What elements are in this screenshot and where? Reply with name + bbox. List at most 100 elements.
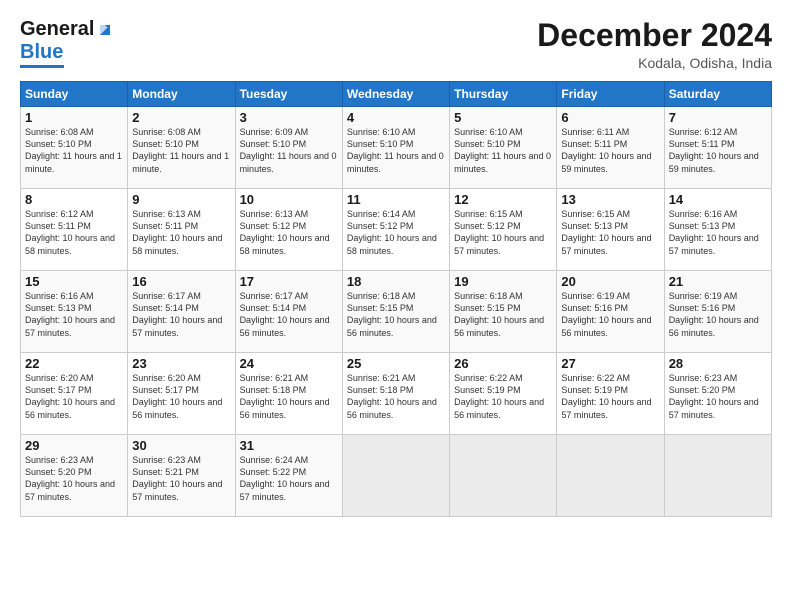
day-number: 25 xyxy=(347,356,445,371)
day-number: 14 xyxy=(669,192,767,207)
day-details: Sunrise: 6:14 AMSunset: 5:12 PMDaylight:… xyxy=(347,208,445,257)
day-cell xyxy=(557,435,664,517)
day-number: 13 xyxy=(561,192,659,207)
logo: General Blue xyxy=(20,18,114,68)
day-cell: 13Sunrise: 6:15 AMSunset: 5:13 PMDayligh… xyxy=(557,189,664,271)
day-details: Sunrise: 6:15 AMSunset: 5:12 PMDaylight:… xyxy=(454,208,552,257)
day-details: Sunrise: 6:15 AMSunset: 5:13 PMDaylight:… xyxy=(561,208,659,257)
header: General Blue December 2024 Kodala, Odish… xyxy=(20,18,772,71)
day-cell: 19Sunrise: 6:18 AMSunset: 5:15 PMDayligh… xyxy=(450,271,557,353)
day-number: 31 xyxy=(240,438,338,453)
day-cell: 15Sunrise: 6:16 AMSunset: 5:13 PMDayligh… xyxy=(21,271,128,353)
day-number: 6 xyxy=(561,110,659,125)
day-details: Sunrise: 6:13 AMSunset: 5:12 PMDaylight:… xyxy=(240,208,338,257)
main-title: December 2024 xyxy=(537,18,772,53)
day-number: 30 xyxy=(132,438,230,453)
day-details: Sunrise: 6:18 AMSunset: 5:15 PMDaylight:… xyxy=(454,290,552,339)
day-details: Sunrise: 6:21 AMSunset: 5:18 PMDaylight:… xyxy=(240,372,338,421)
day-details: Sunrise: 6:11 AMSunset: 5:11 PMDaylight:… xyxy=(561,126,659,175)
day-cell: 9Sunrise: 6:13 AMSunset: 5:11 PMDaylight… xyxy=(128,189,235,271)
week-row-4: 22Sunrise: 6:20 AMSunset: 5:17 PMDayligh… xyxy=(21,353,772,435)
logo-underline xyxy=(20,65,64,68)
day-number: 8 xyxy=(25,192,123,207)
day-cell: 28Sunrise: 6:23 AMSunset: 5:20 PMDayligh… xyxy=(664,353,771,435)
logo-arrow-icon xyxy=(96,21,114,39)
day-cell xyxy=(450,435,557,517)
day-cell: 31Sunrise: 6:24 AMSunset: 5:22 PMDayligh… xyxy=(235,435,342,517)
day-cell xyxy=(664,435,771,517)
day-number: 26 xyxy=(454,356,552,371)
col-header-saturday: Saturday xyxy=(664,82,771,107)
day-number: 19 xyxy=(454,274,552,289)
day-number: 20 xyxy=(561,274,659,289)
day-number: 11 xyxy=(347,192,445,207)
week-row-2: 8Sunrise: 6:12 AMSunset: 5:11 PMDaylight… xyxy=(21,189,772,271)
day-cell: 12Sunrise: 6:15 AMSunset: 5:12 PMDayligh… xyxy=(450,189,557,271)
day-number: 15 xyxy=(25,274,123,289)
day-cell: 20Sunrise: 6:19 AMSunset: 5:16 PMDayligh… xyxy=(557,271,664,353)
week-row-1: 1 Sunrise: 6:08 AMSunset: 5:10 PMDaylight… xyxy=(21,107,772,189)
day-details: Sunrise: 6:16 AMSunset: 5:13 PMDaylight:… xyxy=(669,208,767,257)
day-cell: 3Sunrise: 6:09 AMSunset: 5:10 PMDaylight… xyxy=(235,107,342,189)
day-cell: 30Sunrise: 6:23 AMSunset: 5:21 PMDayligh… xyxy=(128,435,235,517)
col-header-monday: Monday xyxy=(128,82,235,107)
day-details: Sunrise: 6:20 AMSunset: 5:17 PMDaylight:… xyxy=(25,372,123,421)
day-cell: 5Sunrise: 6:10 AMSunset: 5:10 PMDaylight… xyxy=(450,107,557,189)
day-cell: 25Sunrise: 6:21 AMSunset: 5:18 PMDayligh… xyxy=(342,353,449,435)
day-number: 22 xyxy=(25,356,123,371)
day-details: Sunrise: 6:24 AMSunset: 5:22 PMDaylight:… xyxy=(240,454,338,503)
day-cell: 14Sunrise: 6:16 AMSunset: 5:13 PMDayligh… xyxy=(664,189,771,271)
day-number: 2 xyxy=(132,110,230,125)
day-number: 27 xyxy=(561,356,659,371)
day-number: 16 xyxy=(132,274,230,289)
day-cell: 6Sunrise: 6:11 AMSunset: 5:11 PMDaylight… xyxy=(557,107,664,189)
col-header-sunday: Sunday xyxy=(21,82,128,107)
day-number: 18 xyxy=(347,274,445,289)
week-row-3: 15Sunrise: 6:16 AMSunset: 5:13 PMDayligh… xyxy=(21,271,772,353)
title-block: December 2024 Kodala, Odisha, India xyxy=(537,18,772,71)
day-cell: 1Sunrise: 6:08 AMSunset: 5:10 PMDaylight… xyxy=(21,107,128,189)
day-details: Sunrise: 6:22 AMSunset: 5:19 PMDaylight:… xyxy=(561,372,659,421)
day-details: Sunrise: 6:22 AMSunset: 5:19 PMDaylight:… xyxy=(454,372,552,421)
day-cell: 21Sunrise: 6:19 AMSunset: 5:16 PMDayligh… xyxy=(664,271,771,353)
day-details: Sunrise: 6:16 AMSunset: 5:13 PMDaylight:… xyxy=(25,290,123,339)
header-row: SundayMondayTuesdayWednesdayThursdayFrid… xyxy=(21,82,772,107)
day-details: Sunrise: 6:09 AMSunset: 5:10 PMDaylight:… xyxy=(240,126,338,175)
day-number: 17 xyxy=(240,274,338,289)
day-cell: 22Sunrise: 6:20 AMSunset: 5:17 PMDayligh… xyxy=(21,353,128,435)
day-cell: 11Sunrise: 6:14 AMSunset: 5:12 PMDayligh… xyxy=(342,189,449,271)
day-number: 24 xyxy=(240,356,338,371)
day-cell: 2Sunrise: 6:08 AMSunset: 5:10 PMDaylight… xyxy=(128,107,235,189)
day-number: 5 xyxy=(454,110,552,125)
col-header-tuesday: Tuesday xyxy=(235,82,342,107)
day-details: Sunrise: 6:12 AMSunset: 5:11 PMDaylight:… xyxy=(669,126,767,175)
day-details: Sunrise: 6:18 AMSunset: 5:15 PMDaylight:… xyxy=(347,290,445,339)
day-number: 1 xyxy=(25,110,123,125)
day-details: Sunrise: 6:13 AMSunset: 5:11 PMDaylight:… xyxy=(132,208,230,257)
day-number: 28 xyxy=(669,356,767,371)
day-cell: 23Sunrise: 6:20 AMSunset: 5:17 PMDayligh… xyxy=(128,353,235,435)
week-row-5: 29Sunrise: 6:23 AMSunset: 5:20 PMDayligh… xyxy=(21,435,772,517)
day-cell xyxy=(342,435,449,517)
day-details: Sunrise: 6:21 AMSunset: 5:18 PMDaylight:… xyxy=(347,372,445,421)
subtitle: Kodala, Odisha, India xyxy=(537,55,772,71)
logo-blue: Blue xyxy=(20,41,63,64)
day-cell: 7Sunrise: 6:12 AMSunset: 5:11 PMDaylight… xyxy=(664,107,771,189)
day-number: 23 xyxy=(132,356,230,371)
day-details: Sunrise: 6:10 AMSunset: 5:10 PMDaylight:… xyxy=(454,126,552,175)
day-cell: 29Sunrise: 6:23 AMSunset: 5:20 PMDayligh… xyxy=(21,435,128,517)
day-number: 12 xyxy=(454,192,552,207)
day-details: Sunrise: 6:19 AMSunset: 5:16 PMDaylight:… xyxy=(669,290,767,339)
day-number: 3 xyxy=(240,110,338,125)
day-cell: 10Sunrise: 6:13 AMSunset: 5:12 PMDayligh… xyxy=(235,189,342,271)
day-details: Sunrise: 6:08 AMSunset: 5:10 PMDaylight:… xyxy=(132,126,230,175)
day-number: 21 xyxy=(669,274,767,289)
day-details: Sunrise: 6:20 AMSunset: 5:17 PMDaylight:… xyxy=(132,372,230,421)
day-number: 29 xyxy=(25,438,123,453)
day-details: Sunrise: 6:23 AMSunset: 5:20 PMDaylight:… xyxy=(669,372,767,421)
day-details: Sunrise: 6:17 AMSunset: 5:14 PMDaylight:… xyxy=(132,290,230,339)
day-cell: 16Sunrise: 6:17 AMSunset: 5:14 PMDayligh… xyxy=(128,271,235,353)
logo-general: General xyxy=(20,18,94,41)
day-number: 4 xyxy=(347,110,445,125)
col-header-friday: Friday xyxy=(557,82,664,107)
